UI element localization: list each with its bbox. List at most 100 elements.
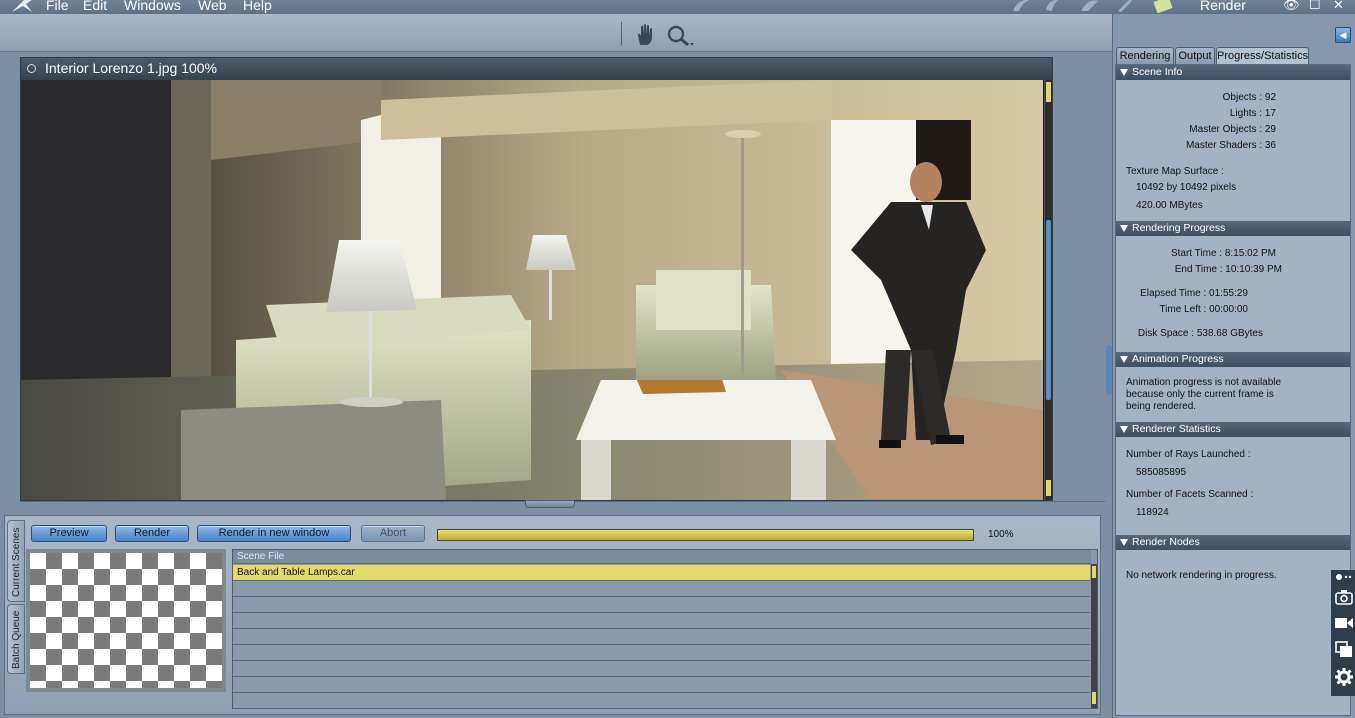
collapse-panel-icon[interactable]: ◀ xyxy=(1335,27,1351,43)
close-button[interactable]: ✕ xyxy=(1333,0,1344,13)
section-renderer-statistics[interactable]: Renderer Statistics xyxy=(1116,422,1350,437)
render-window-title: Interior Lorenzo 1.jpg 100% xyxy=(45,60,217,76)
pose-room-icon[interactable] xyxy=(1010,0,1032,13)
toolbar xyxy=(0,14,1112,52)
scroll-cap-bottom xyxy=(1046,480,1051,496)
cloth-room-icon[interactable] xyxy=(1114,0,1136,13)
table-row[interactable] xyxy=(233,677,1090,693)
menu-edit[interactable]: Edit xyxy=(83,0,107,13)
stat-rays-value: 585085895 xyxy=(1136,467,1187,478)
expand-triangle-icon xyxy=(1120,69,1128,76)
camera-icon[interactable] xyxy=(1334,588,1354,606)
tab-current-scenes[interactable]: Current Scenes xyxy=(7,520,25,602)
section-title: Scene Info xyxy=(1132,66,1183,78)
render-progress-fill xyxy=(438,530,973,540)
stat-texture-size: 10492 by 10492 pixels xyxy=(1136,182,1237,193)
tab-batch-queue[interactable]: Batch Queue xyxy=(7,604,25,674)
abort-button[interactable]: Abort xyxy=(361,525,425,542)
stat-start-time: Start Time : 8:15:02 PM xyxy=(1170,248,1276,259)
maximize-button[interactable]: ☐ xyxy=(1309,0,1321,13)
table-row[interactable]: Back and Table Lamps.car xyxy=(233,565,1090,581)
render-room-icon[interactable] xyxy=(1152,0,1174,13)
section-animation-progress[interactable]: Animation Progress xyxy=(1116,352,1350,367)
expand-triangle-icon xyxy=(1120,426,1128,433)
render-nodes-status: No network rendering in progress. xyxy=(1126,570,1277,581)
tab-rendering[interactable]: Rendering xyxy=(1116,47,1174,64)
hair-room-icon[interactable] xyxy=(1078,0,1100,13)
table-row[interactable] xyxy=(233,629,1090,645)
stat-texture-label: Texture Map Surface : xyxy=(1126,166,1224,177)
section-title: Rendering Progress xyxy=(1132,222,1226,234)
video-icon[interactable] xyxy=(1334,614,1354,632)
preview-thumbnail xyxy=(26,549,226,692)
scroll-cap-top xyxy=(1092,566,1096,578)
render-window-titlebar[interactable]: Interior Lorenzo 1.jpg 100% xyxy=(21,58,1052,80)
quick-tools-strip xyxy=(1331,570,1355,696)
stat-texture-memory: 420.00 MBytes xyxy=(1136,200,1203,211)
layers-icon[interactable] xyxy=(1334,640,1354,658)
panel-splitter-handle[interactable] xyxy=(525,500,575,508)
table-row[interactable] xyxy=(233,693,1090,709)
expand-triangle-icon xyxy=(1120,225,1128,232)
render-window-scrollbar[interactable] xyxy=(1044,80,1052,500)
menu-bar: File Edit Windows Web Help Render 👁 ☐ ✕ xyxy=(0,0,1355,14)
stat-disk-space: Disk Space : 538.68 GBytes xyxy=(1137,328,1263,339)
stat-master-shaders: Master Shaders : 36 xyxy=(1185,140,1276,151)
scene-table-scrollbar[interactable] xyxy=(1091,564,1097,708)
stat-lights: Lights : 17 xyxy=(1229,108,1276,119)
scroll-cap-top xyxy=(1046,82,1051,102)
eye-icon[interactable]: 👁 xyxy=(1283,0,1300,13)
tab-current-scenes-label: Current Scenes xyxy=(11,527,22,597)
progress-statistics-content: Scene Info Objects : 92 Lights : 17 Mast… xyxy=(1115,64,1351,716)
stat-master-objects: Master Objects : 29 xyxy=(1189,124,1276,135)
menu-windows[interactable]: Windows xyxy=(124,0,181,13)
menu-help[interactable]: Help xyxy=(243,0,272,13)
room-title: Render xyxy=(1200,0,1246,13)
section-title: Renderer Statistics xyxy=(1132,423,1221,435)
section-rendering-progress[interactable]: Rendering Progress xyxy=(1116,221,1350,236)
render-window-close-icon[interactable] xyxy=(27,64,36,73)
zoom-tool-icon[interactable] xyxy=(666,24,696,48)
table-row[interactable] xyxy=(233,581,1090,597)
render-progress-bar xyxy=(437,529,974,541)
render-new-window-button[interactable]: Render in new window xyxy=(197,525,351,542)
tab-batch-queue-label: Batch Queue xyxy=(11,610,22,669)
stat-facets-value: 118924 xyxy=(1136,507,1169,518)
render-button[interactable]: Render xyxy=(115,525,189,542)
table-row[interactable] xyxy=(233,645,1090,661)
tab-output[interactable]: Output xyxy=(1175,47,1215,64)
rendered-image[interactable] xyxy=(21,80,1043,500)
stat-end-time: End Time : 10:10:39 PM xyxy=(1174,264,1282,275)
section-title: Render Nodes xyxy=(1132,536,1200,548)
render-settings-panel: ◀ Rendering Output Progress/Statistics S… xyxy=(1112,14,1355,718)
scene-file-column-header[interactable]: Scene File xyxy=(233,550,1091,564)
render-progress-percent: 100% xyxy=(988,529,1014,540)
table-row[interactable] xyxy=(233,597,1090,613)
section-scene-info[interactable]: Scene Info xyxy=(1116,65,1350,80)
animation-progress-line-1: Animation progress is not available xyxy=(1126,377,1282,388)
tab-progress-statistics[interactable]: Progress/Statistics xyxy=(1216,47,1309,64)
render-controls-panel: Current Scenes Batch Queue Preview Rende… xyxy=(4,515,1101,715)
menu-web[interactable]: Web xyxy=(198,0,227,13)
expand-triangle-icon xyxy=(1120,356,1128,363)
section-render-nodes[interactable]: Render Nodes xyxy=(1116,535,1350,550)
table-row[interactable] xyxy=(233,613,1090,629)
preview-button[interactable]: Preview xyxy=(31,525,107,542)
scene-file-table: Scene File Back and Table Lamps.car xyxy=(232,549,1098,709)
strip-menu-icon[interactable] xyxy=(1334,572,1354,582)
face-room-icon[interactable] xyxy=(1042,0,1064,13)
stat-objects: Objects : 92 xyxy=(1222,92,1276,103)
expand-triangle-icon xyxy=(1120,539,1128,546)
menu-file[interactable]: File xyxy=(46,0,69,13)
hand-tool-icon[interactable] xyxy=(634,23,656,47)
stat-facets-label: Number of Facets Scanned : xyxy=(1126,489,1254,500)
section-title: Animation Progress xyxy=(1132,353,1224,365)
stat-rays-label: Number of Rays Launched : xyxy=(1126,449,1251,460)
scroll-thumb[interactable] xyxy=(1046,220,1051,400)
animation-progress-line-2: because only the current frame is xyxy=(1126,389,1274,400)
app-logo-icon xyxy=(12,0,32,12)
animation-progress-line-3: being rendered. xyxy=(1126,401,1197,412)
scroll-cap-bottom xyxy=(1092,692,1096,704)
gear-icon[interactable] xyxy=(1334,668,1354,686)
table-row[interactable] xyxy=(233,661,1090,677)
